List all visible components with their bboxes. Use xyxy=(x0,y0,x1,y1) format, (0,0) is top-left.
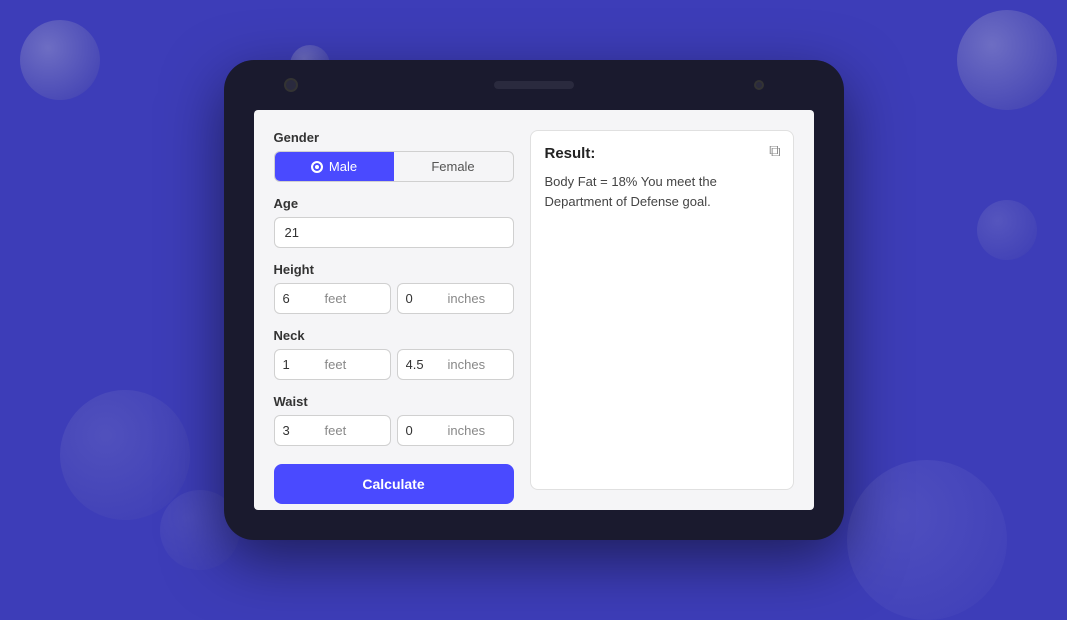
bubble-decoration-7 xyxy=(977,200,1037,260)
neck-inches-input[interactable] xyxy=(398,350,448,379)
neck-feet-input[interactable] xyxy=(275,350,325,379)
copy-icon[interactable]: ⧉ xyxy=(769,143,780,161)
neck-inches-unit: inches xyxy=(448,350,494,379)
height-feet-unit: feet xyxy=(325,284,355,313)
gender-label: Gender xyxy=(274,130,514,145)
age-input[interactable] xyxy=(274,217,514,248)
result-panel: ⧉ Result: Body Fat = 18% You meet the De… xyxy=(530,130,794,490)
gender-toggle: Male Female xyxy=(274,151,514,182)
height-label: Height xyxy=(274,262,514,277)
waist-measurement-row: feet inches xyxy=(274,415,514,446)
male-label: Male xyxy=(329,159,357,174)
camera-right-icon xyxy=(754,80,764,90)
front-camera-icon xyxy=(284,78,298,92)
height-feet-wrap: feet xyxy=(274,283,391,314)
waist-field-group: Waist feet inches xyxy=(274,394,514,446)
tablet-device: Gender Male Female Age Height xyxy=(224,60,844,540)
waist-feet-wrap: feet xyxy=(274,415,391,446)
waist-feet-unit: feet xyxy=(325,416,355,445)
waist-inches-unit: inches xyxy=(448,416,494,445)
height-measurement-row: feet inches xyxy=(274,283,514,314)
waist-feet-input[interactable] xyxy=(275,416,325,445)
age-label: Age xyxy=(274,196,514,211)
height-inches-wrap: inches xyxy=(397,283,514,314)
result-body: Body Fat = 18% You meet the Department o… xyxy=(545,172,779,211)
female-label: Female xyxy=(431,159,474,174)
height-inches-unit: inches xyxy=(448,284,494,313)
waist-label: Waist xyxy=(274,394,514,409)
calculate-button[interactable]: Calculate xyxy=(274,464,514,504)
waist-inches-wrap: inches xyxy=(397,415,514,446)
neck-feet-wrap: feet xyxy=(274,349,391,380)
neck-feet-unit: feet xyxy=(325,350,355,379)
calculator-panel: Gender Male Female Age Height xyxy=(274,130,514,490)
tablet-top-bar xyxy=(224,60,844,110)
bubble-decoration-3 xyxy=(957,10,1057,110)
bubble-decoration-6 xyxy=(847,460,1007,620)
height-feet-input[interactable] xyxy=(275,284,325,313)
tablet-screen: Gender Male Female Age Height xyxy=(254,110,814,510)
neck-measurement-row: feet inches xyxy=(274,349,514,380)
bubble-decoration-4 xyxy=(60,390,190,520)
neck-field-group: Neck feet inches xyxy=(274,328,514,380)
neck-inches-wrap: inches xyxy=(397,349,514,380)
waist-inches-input[interactable] xyxy=(398,416,448,445)
height-inches-input[interactable] xyxy=(398,284,448,313)
male-option[interactable]: Male xyxy=(275,152,394,181)
neck-label: Neck xyxy=(274,328,514,343)
speaker-icon xyxy=(494,81,574,89)
height-field-group: Height feet inches xyxy=(274,262,514,314)
bubble-decoration-1 xyxy=(20,20,100,100)
result-header: Result: xyxy=(545,145,779,162)
male-radio-dot xyxy=(311,161,323,173)
age-field-group: Age xyxy=(274,196,514,248)
female-option[interactable]: Female xyxy=(394,152,513,181)
gender-field-group: Gender Male Female xyxy=(274,130,514,182)
